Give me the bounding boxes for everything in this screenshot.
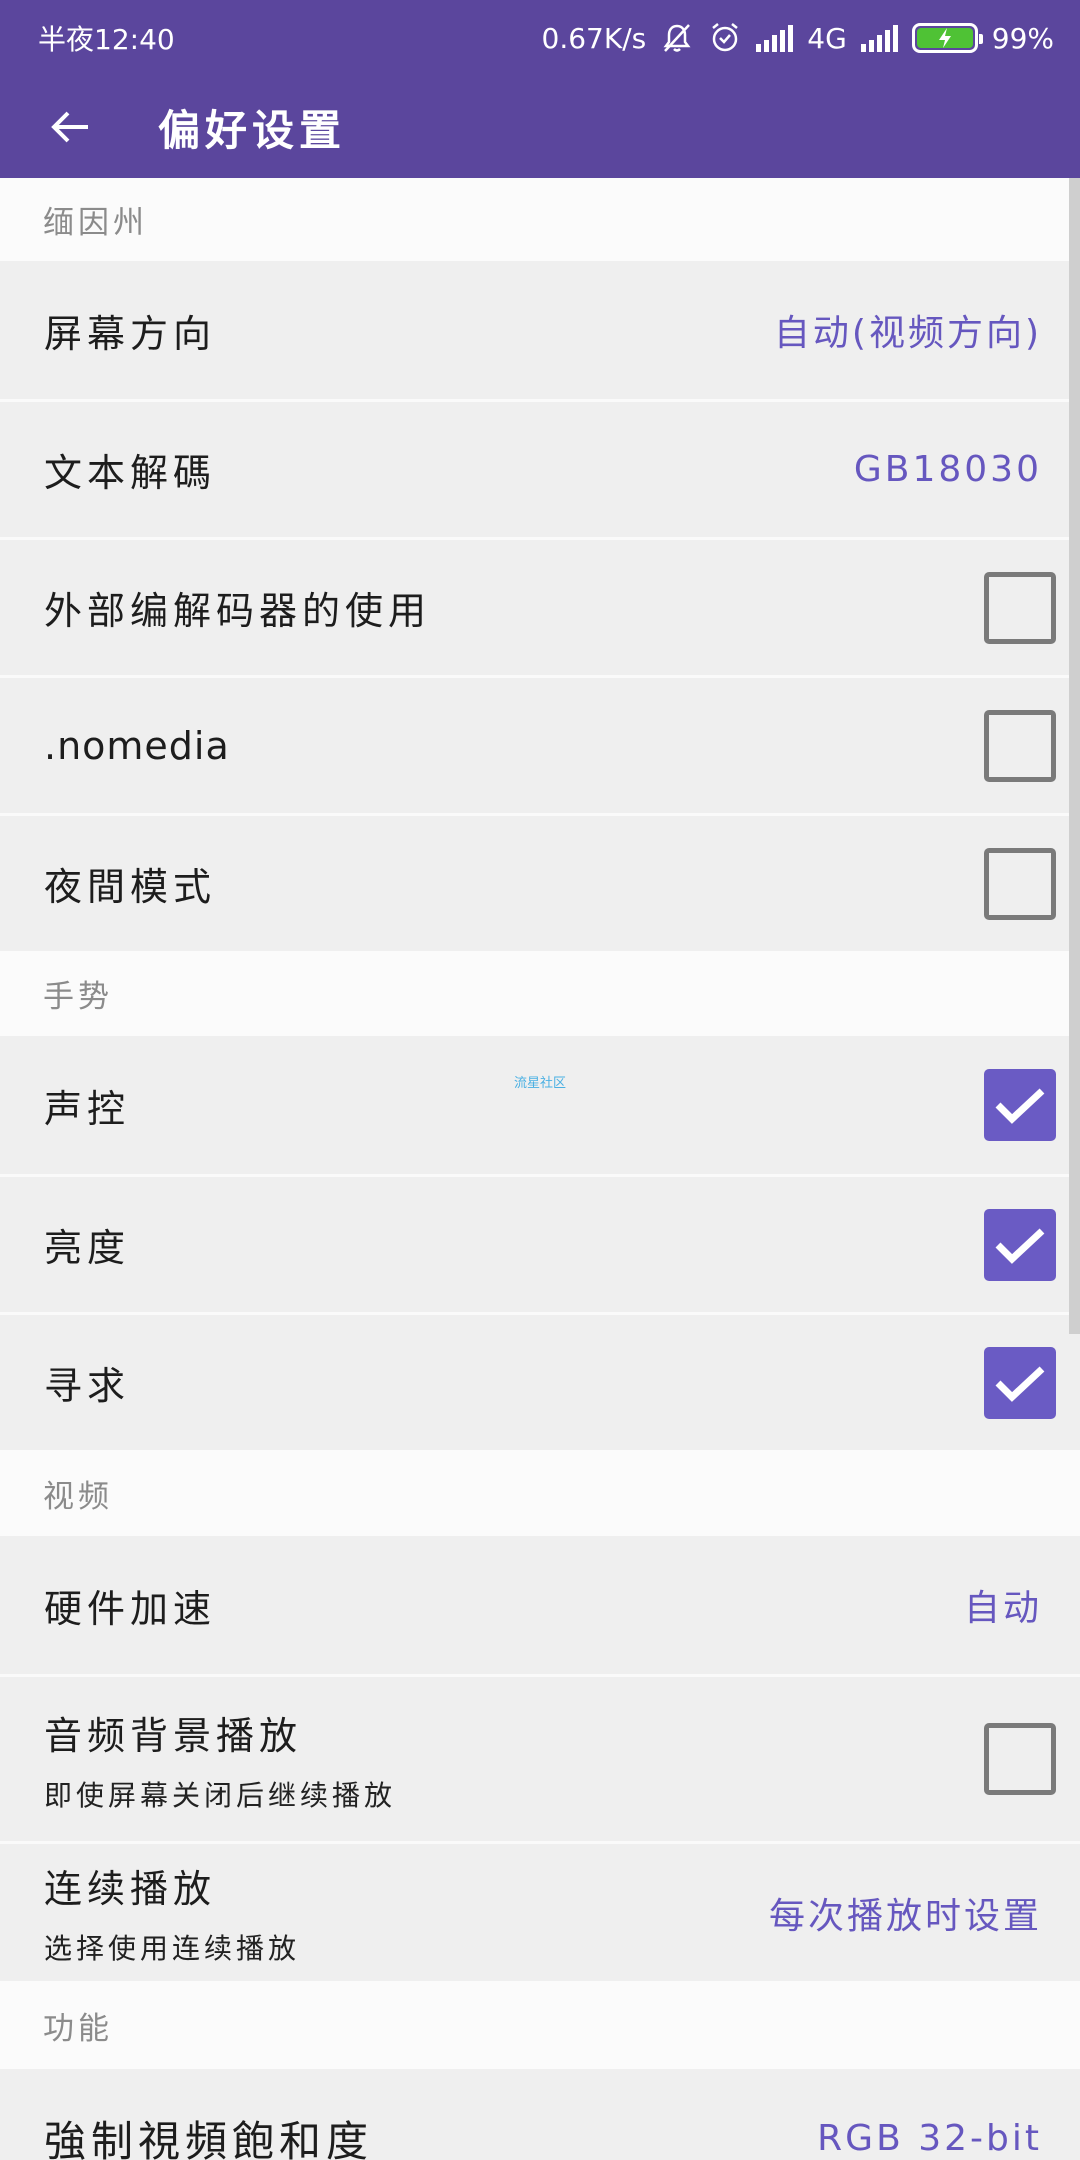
back-button[interactable] [46,103,94,151]
network-speed: 0.67K/s [541,21,647,55]
pref-value: 自动 [963,1588,1042,1629]
pref-summary: 即使屏幕关闭后继续播放 [44,1778,397,1812]
pref-title: 硬件加速 [44,1586,217,1631]
pref-title: 屏幕方向 [44,311,217,356]
pref-value: GB18030 [853,449,1042,490]
pref-brightness[interactable]: 亮度 [0,1174,1080,1312]
section-header-video: 视频 [0,1450,1080,1536]
pref-value: 每次播放时设置 [768,1895,1042,1937]
pref-value: RGB 32-bit [817,2117,1042,2159]
network-type: 4G [807,21,847,55]
section-header-gestures: 手势 [0,951,1080,1036]
nomedia-checkbox[interactable] [984,709,1056,782]
pref-voice-control[interactable]: 声控 [0,1036,1080,1174]
seek-checkbox[interactable] [984,1346,1056,1419]
pref-hardware-accel[interactable]: 硬件加速 自动 [0,1536,1080,1674]
pref-title: 外部编解码器的使用 [44,589,432,633]
section-header-interface: 缅因州 [0,178,1080,261]
watermark-text: 流星社区 [514,1076,567,1091]
app-bar: 偏好设置 [0,76,1080,178]
battery-icon [911,23,983,53]
pref-summary: 选择使用连续播放 [44,1932,301,1965]
scrollbar[interactable] [1069,178,1080,1334]
pref-title: .nomedia [44,723,230,768]
pref-title: 強制視頻飽和度 [44,2116,374,2160]
pref-title: 音频背景播放 [44,1713,303,1758]
pref-force-saturation[interactable]: 強制視頻飽和度 RGB 32-bit [0,2069,1080,2160]
checkmark-icon [995,1227,1045,1264]
pref-background-audio[interactable]: 音频背景播放 即使屏幕关闭后继续播放 [0,1674,1080,1841]
pref-value: 自动(视频方向) [773,313,1042,354]
section-header-features: 功能 [0,1981,1080,2069]
external-codec-checkbox[interactable] [984,571,1056,644]
signal-icon-2 [860,24,898,52]
pref-title: 寻求 [44,1364,131,1408]
pref-title: 文本解碼 [44,451,217,495]
checkmark-icon [995,1088,1045,1124]
signal-icon [756,24,794,52]
alarm-icon [708,21,742,55]
preferences-list: 缅因州 屏幕方向 自动(视频方向) 文本解碼 GB18030 外部编解码器的使用… [0,178,1080,2160]
pref-title: 声控 [44,1086,131,1131]
pref-text: 音频背景播放 即使屏幕关闭后继续播放 [44,1705,396,1814]
pref-night-mode[interactable]: 夜間模式 [0,813,1080,951]
pref-seek[interactable]: 寻求 [0,1312,1080,1450]
pref-screen-orientation[interactable]: 屏幕方向 自动(视频方向) [0,261,1080,399]
mute-bell-icon [660,21,694,55]
app-root: 半夜12:40 0.67K/s 4G 99% 偏好设置 缅因州 屏幕方向 自动(… [0,0,1080,2160]
brightness-checkbox[interactable] [984,1208,1056,1281]
voice-control-checkbox[interactable] [984,1069,1056,1141]
night-mode-checkbox[interactable] [984,847,1056,920]
battery-level: 99% [991,21,1054,55]
page-title: 偏好设置 [158,105,347,155]
back-arrow-icon [51,111,88,143]
status-bar: 半夜12:40 0.67K/s 4G 99% [0,0,1080,76]
pref-text: 连续播放 选择使用连续播放 [44,1858,300,1967]
pref-text-encoding[interactable]: 文本解碼 GB18030 [0,399,1080,537]
pref-external-codec[interactable]: 外部编解码器的使用 [0,537,1080,675]
pref-nomedia[interactable]: .nomedia [0,675,1080,813]
pref-title: 连续播放 [44,1867,217,1911]
pref-continuous-play[interactable]: 连续播放 选择使用连续播放 每次播放时设置 [0,1841,1080,1981]
status-right-group: 0.67K/s 4G 99% [542,21,1054,55]
pref-title: 亮度 [44,1226,131,1270]
status-time: 半夜12:40 [38,23,175,56]
checkmark-icon [995,1365,1045,1402]
background-audio-checkbox[interactable] [984,1723,1056,1795]
pref-title: 夜間模式 [44,865,217,909]
